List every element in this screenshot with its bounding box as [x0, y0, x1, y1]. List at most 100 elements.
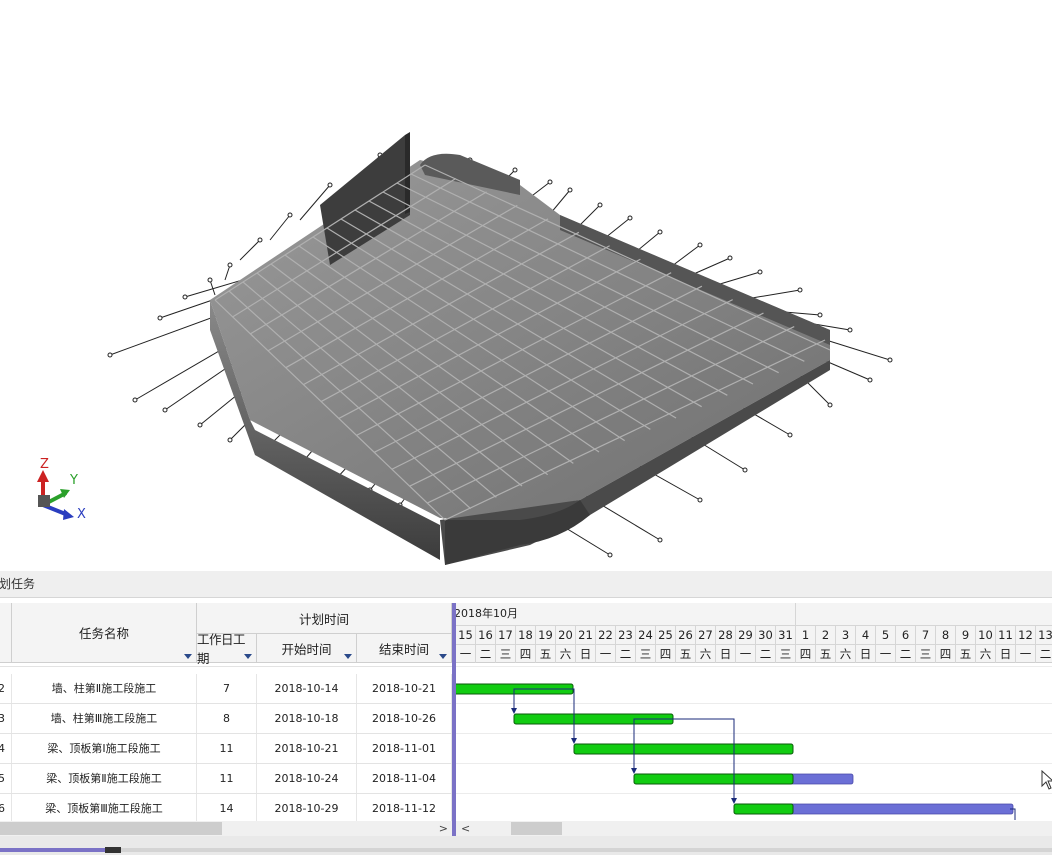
- grid-axis-bubble: [657, 229, 663, 235]
- bottom-strip: [0, 836, 1052, 855]
- row-duration: 11: [197, 734, 257, 763]
- table-row[interactable]: 6 梁、顶板第Ⅲ施工段施工 14 2018-10-29 2018-11-12: [0, 794, 452, 821]
- grid-axis-line: [269, 214, 291, 241]
- row-task-name: 墙、柱第Ⅲ施工段施工: [12, 704, 197, 733]
- grid-axis-bubble: [727, 255, 733, 261]
- grid-axis-bubble: [287, 212, 293, 218]
- axis-z-label: Z: [40, 457, 49, 472]
- row-id: 5: [0, 764, 12, 793]
- gantt-bar-extension[interactable]: [789, 773, 854, 785]
- grid-axis-bubble: [797, 287, 803, 293]
- grid-axis-bubble: [757, 269, 763, 275]
- model-viewport[interactable]: Z Y X: [0, 0, 1052, 570]
- grid-axis-bubble: [597, 202, 603, 208]
- table-row[interactable]: 2 墙、柱第Ⅱ施工段施工 7 2018-10-14 2018-10-21: [0, 674, 452, 704]
- task-grid: 任务名称 计划时间 工作日工期 开始时间 结束时间 2 墙、柱第Ⅱ施工段施工 7…: [0, 603, 452, 821]
- grid-axis-bubble: [867, 377, 873, 383]
- row-duration: 14: [197, 794, 257, 821]
- grid-axis-bubble: [567, 187, 573, 193]
- header-task-name[interactable]: 任务名称: [12, 603, 197, 662]
- grid-axis-bubble: [697, 242, 703, 248]
- timeline-progress-knob[interactable]: [105, 847, 122, 853]
- mouse-cursor-icon: [1041, 770, 1052, 790]
- grid-axis-bubble: [697, 497, 703, 503]
- grid-axis-bubble: [227, 437, 233, 443]
- dependency-arrow-icon[interactable]: [731, 798, 737, 804]
- table-row[interactable]: 3 墙、柱第Ⅲ施工段施工 8 2018-10-18 2018-10-26: [0, 704, 452, 734]
- grid-axis-bubble: [817, 312, 823, 318]
- scroll-left-arrow[interactable]: <: [461, 821, 470, 836]
- grid-axis-bubble: [547, 179, 553, 185]
- row-id: 6: [0, 794, 12, 821]
- header-duration[interactable]: 工作日工期: [197, 632, 257, 666]
- row-start: 2018-10-14: [257, 674, 357, 703]
- timeline-progress-track[interactable]: [0, 848, 1052, 852]
- grid-scroll-thumb[interactable]: [0, 822, 222, 835]
- panel-title-bar: 划任务: [0, 571, 1052, 598]
- row-start: 2018-10-24: [257, 764, 357, 793]
- grid-axis-bubble: [132, 397, 138, 403]
- grid-axis-bubble: [207, 277, 213, 283]
- row-id: 2: [0, 674, 12, 703]
- row-task-name: 墙、柱第Ⅱ施工段施工: [12, 674, 197, 703]
- chevron-down-icon[interactable]: [184, 654, 192, 659]
- grid-header: 任务名称 计划时间 工作日工期 开始时间 结束时间: [0, 603, 452, 666]
- grid-axis-bubble: [227, 262, 233, 268]
- axis-y-label: Y: [69, 473, 78, 488]
- row-end: 2018-11-01: [357, 734, 452, 763]
- chevron-down-icon[interactable]: [344, 654, 352, 659]
- panel-title: 划任务: [0, 577, 36, 591]
- grid-axis-bubble: [107, 352, 113, 358]
- grid-axis-bubble: [657, 537, 663, 543]
- row-end: 2018-11-04: [357, 764, 452, 793]
- grid-axis-line: [239, 239, 261, 261]
- grid-axis-bubble: [627, 215, 633, 221]
- chevron-down-icon[interactable]: [244, 654, 252, 659]
- dependency-arrow-icon[interactable]: [631, 768, 637, 774]
- grid-axis-bubble: [607, 552, 613, 558]
- gantt-chart[interactable]: 2018年10月 15 一 16 二 17 三 18 四 19 五 20 六 21 日 22 一 23 二 24 三 2…: [456, 603, 1052, 821]
- grid-axis-bubble: [512, 167, 518, 173]
- chart-horizontal-scrollbar[interactable]: <: [456, 821, 1052, 836]
- gantt-bars[interactable]: [456, 603, 1052, 821]
- scroll-right-arrow[interactable]: >: [439, 821, 448, 836]
- grid-axis-bubble: [327, 182, 333, 188]
- grid-axis-bubble: [847, 327, 853, 333]
- grid-axis-bubble: [827, 402, 833, 408]
- table-row[interactable]: 4 梁、顶板第Ⅰ施工段施工 11 2018-10-21 2018-11-01: [0, 734, 452, 764]
- row-duration: 11: [197, 764, 257, 793]
- timeline-progress-fill: [0, 848, 106, 852]
- row-id: 3: [0, 704, 12, 733]
- dependency-arrow-icon[interactable]: [511, 708, 517, 714]
- header-end[interactable]: 结束时间: [357, 633, 452, 662]
- row-start: 2018-10-29: [257, 794, 357, 821]
- gantt-bar[interactable]: [733, 803, 794, 815]
- header-id: [0, 603, 12, 662]
- row-id: 4: [0, 734, 12, 763]
- row-end: 2018-11-12: [357, 794, 452, 821]
- grid-axis-bubble: [787, 432, 793, 438]
- row-duration: 8: [197, 704, 257, 733]
- row-end: 2018-10-21: [357, 674, 452, 703]
- grid-axis-bubble: [162, 407, 168, 413]
- dependency-arrow-icon[interactable]: [571, 738, 577, 744]
- gantt-bar[interactable]: [573, 743, 794, 755]
- gantt-bar[interactable]: [633, 773, 794, 785]
- axis-triad: Z Y X: [37, 457, 86, 522]
- header-start[interactable]: 开始时间: [257, 633, 357, 662]
- table-row[interactable]: 5 梁、顶板第Ⅱ施工段施工 11 2018-10-24 2018-11-04: [0, 764, 452, 794]
- row-start: 2018-10-21: [257, 734, 357, 763]
- row-start: 2018-10-18: [257, 704, 357, 733]
- grid-axis-bubble: [257, 237, 263, 243]
- row-task-name: 梁、顶板第Ⅱ施工段施工: [12, 764, 197, 793]
- row-task-name: 梁、顶板第Ⅲ施工段施工: [12, 794, 197, 821]
- chevron-down-icon[interactable]: [439, 654, 447, 659]
- table-row-partial: [0, 663, 452, 667]
- gantt-bar-extension[interactable]: [789, 803, 1014, 815]
- grid-axis-bubble: [197, 422, 203, 428]
- building-model[interactable]: Z Y X: [0, 0, 1052, 570]
- row-duration: 7: [197, 674, 257, 703]
- dependency-link[interactable]: [673, 718, 735, 801]
- chart-scroll-thumb[interactable]: [511, 822, 562, 835]
- grid-horizontal-scrollbar[interactable]: >: [0, 821, 452, 836]
